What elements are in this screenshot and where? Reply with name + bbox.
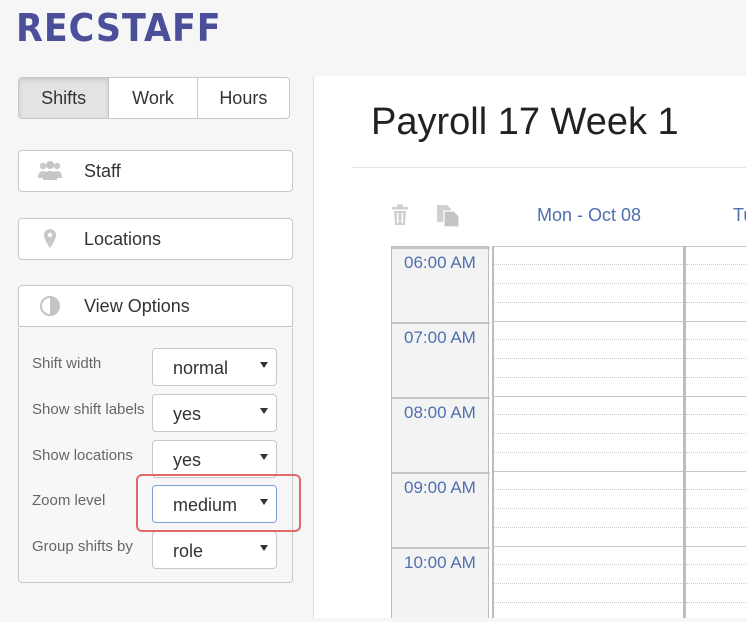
- view-tabs: Shifts Work Hours: [18, 77, 290, 119]
- quarter-line: [494, 583, 683, 584]
- select-value: role: [173, 541, 204, 561]
- hour-line: [494, 321, 683, 322]
- contrast-icon: [40, 296, 60, 316]
- hour-line: [686, 471, 746, 472]
- quarter-line: [686, 339, 746, 340]
- app-logo: RECSTAFF: [16, 6, 222, 50]
- time-label: 07:00 AM: [404, 328, 476, 347]
- quarter-line: [686, 564, 746, 565]
- select-value: yes: [173, 450, 202, 470]
- quarter-line: [686, 602, 746, 603]
- hour-line: [494, 396, 683, 397]
- quarter-line: [686, 302, 746, 303]
- sidebar-item-view-options[interactable]: View Options: [18, 285, 293, 327]
- quarter-line: [494, 302, 683, 303]
- quarter-line: [686, 358, 746, 359]
- hour-line: [494, 246, 683, 247]
- shift-width-select[interactable]: normal: [152, 348, 277, 386]
- select-value: yes: [173, 404, 202, 424]
- quarter-line: [494, 564, 683, 565]
- sidebar-item-label: View Options: [84, 295, 190, 316]
- quarter-line: [686, 264, 746, 265]
- group-shifts-by-select[interactable]: role: [152, 531, 277, 569]
- time-label: 08:00 AM: [404, 403, 476, 422]
- time-label: 09:00 AM: [404, 478, 476, 497]
- schedule-grid: 06:00 AM 07:00 AM 08:00 AM 09:00 AM 10:0…: [391, 246, 746, 618]
- quarter-line: [494, 414, 683, 415]
- quarter-line: [686, 452, 746, 453]
- option-label-show-shift-labels: Show shift labels: [32, 401, 145, 418]
- quarter-line: [494, 433, 683, 434]
- option-label-shift-width: Shift width: [32, 355, 102, 372]
- time-slot: 08:00 AM: [392, 397, 490, 472]
- sidebar-item-locations[interactable]: Locations: [18, 218, 293, 260]
- divider: [351, 167, 746, 168]
- sidebar-item-label: Staff: [84, 160, 121, 181]
- option-label-show-locations: Show locations: [32, 447, 133, 464]
- trash-icon[interactable]: [390, 204, 410, 226]
- show-shift-labels-select[interactable]: yes: [152, 394, 277, 432]
- page-title: Payroll 17 Week 1: [371, 101, 679, 143]
- view-options-panel: Shift width normal Show shift labels yes…: [18, 328, 293, 583]
- option-label-group-shifts-by: Group shifts by: [32, 538, 133, 555]
- time-column: 06:00 AM 07:00 AM 08:00 AM 09:00 AM 10:0…: [391, 246, 490, 618]
- show-locations-select[interactable]: yes: [152, 440, 277, 478]
- time-slot: 06:00 AM: [392, 247, 490, 322]
- time-slot: 09:00 AM: [392, 472, 490, 547]
- select-value: normal: [173, 358, 229, 378]
- chevron-down-icon: [260, 408, 268, 414]
- tab-shifts[interactable]: Shifts: [19, 78, 110, 118]
- hour-line: [494, 471, 683, 472]
- hour-line: [686, 246, 746, 247]
- time-slot: 10:00 AM: [392, 547, 490, 622]
- day-header-tue[interactable]: Tu: [733, 205, 746, 226]
- sidebar-item-label: Locations: [84, 228, 162, 249]
- day-column-tue[interactable]: [684, 246, 746, 618]
- time-label: 06:00 AM: [404, 253, 476, 272]
- hour-line: [686, 321, 746, 322]
- quarter-line: [686, 527, 746, 528]
- option-label-zoom-level: Zoom level: [32, 492, 106, 509]
- tab-hours[interactable]: Hours: [198, 78, 289, 118]
- chevron-down-icon: [260, 545, 268, 551]
- quarter-line: [494, 339, 683, 340]
- quarter-line: [494, 602, 683, 603]
- quarter-line: [686, 433, 746, 434]
- quarter-line: [494, 358, 683, 359]
- time-slot: 07:00 AM: [392, 322, 490, 397]
- quarter-line: [494, 283, 683, 284]
- tab-work[interactable]: Work: [109, 78, 198, 118]
- quarter-line: [686, 583, 746, 584]
- quarter-line: [494, 489, 683, 490]
- quarter-line: [494, 527, 683, 528]
- users-icon: [38, 161, 62, 180]
- sidebar-item-staff[interactable]: Staff: [18, 150, 293, 192]
- day-header-mon[interactable]: Mon - Oct 08: [537, 205, 641, 226]
- copy-icon[interactable]: [436, 204, 460, 228]
- hour-line: [686, 546, 746, 547]
- hour-line: [686, 396, 746, 397]
- quarter-line: [494, 377, 683, 378]
- chevron-down-icon: [260, 454, 268, 460]
- quarter-line: [686, 414, 746, 415]
- quarter-line: [686, 377, 746, 378]
- quarter-line: [686, 283, 746, 284]
- day-column-mon[interactable]: [492, 246, 685, 618]
- quarter-line: [686, 489, 746, 490]
- schedule-main: Payroll 17 Week 1 Mon - Oct 08 Tu 06:00 …: [313, 76, 746, 618]
- quarter-line: [494, 452, 683, 453]
- quarter-line: [686, 508, 746, 509]
- chevron-down-icon: [260, 362, 268, 368]
- time-label: 10:00 AM: [404, 553, 476, 572]
- quarter-line: [494, 264, 683, 265]
- zoom-level-highlight: [136, 474, 301, 532]
- hour-line: [494, 546, 683, 547]
- map-pin-icon: [44, 229, 56, 248]
- quarter-line: [494, 508, 683, 509]
